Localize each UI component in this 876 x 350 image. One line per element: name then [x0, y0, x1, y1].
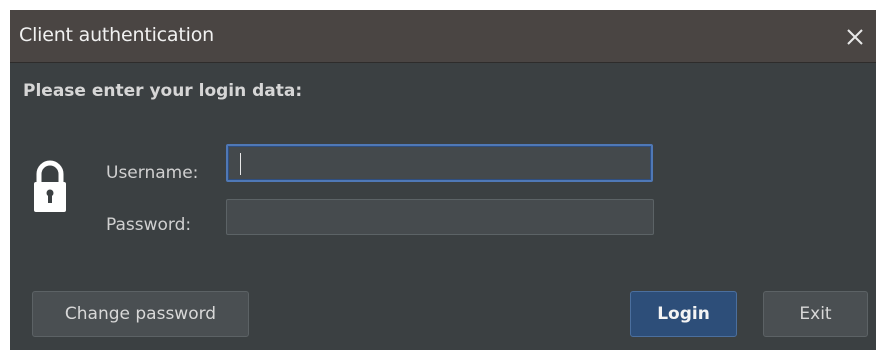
close-icon: [847, 29, 863, 45]
password-label: Password:: [106, 215, 192, 235]
window-title: Client authentication: [19, 24, 214, 46]
username-label: Username:: [106, 163, 199, 183]
padlock-icon: [34, 160, 66, 218]
close-button[interactable]: [838, 20, 872, 54]
title-bar[interactable]: Client authentication: [10, 10, 876, 63]
instruction-heading: Please enter your login data:: [23, 81, 303, 101]
text-caret: [240, 153, 241, 175]
login-button[interactable]: Login: [630, 291, 737, 337]
authentication-dialog: Client authentication Please enter your …: [10, 10, 876, 350]
password-input[interactable]: [226, 199, 654, 235]
change-password-button[interactable]: Change password: [32, 291, 249, 337]
exit-button[interactable]: Exit: [763, 291, 868, 337]
username-input[interactable]: [226, 144, 653, 182]
